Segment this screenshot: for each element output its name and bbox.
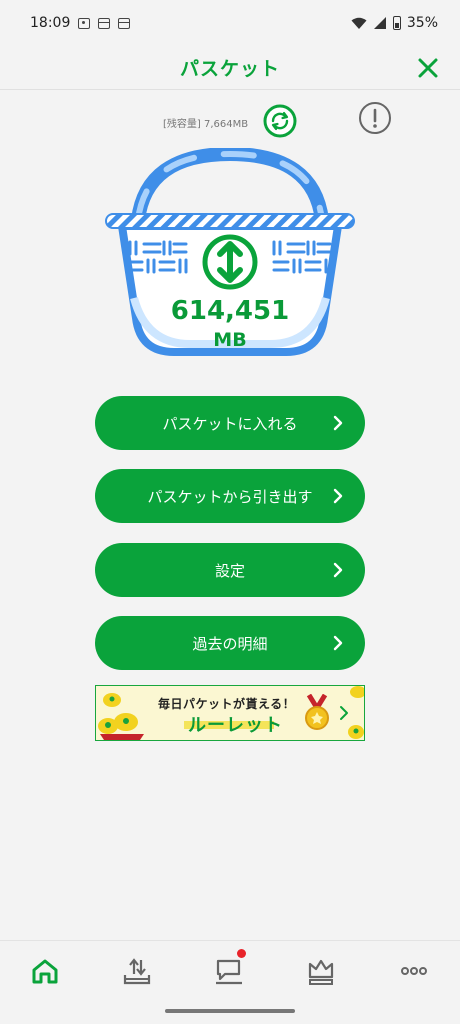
remaining-capacity: [残容量] 7,664MB	[163, 119, 249, 130]
nav-more[interactable]	[398, 955, 430, 987]
home-indicator[interactable]	[165, 1009, 295, 1013]
refresh-icon	[263, 104, 297, 138]
status-time: 18:09	[30, 15, 71, 31]
medal-icon	[305, 694, 329, 730]
nav-premium[interactable]	[305, 955, 337, 987]
history-button-label: 過去の明細	[192, 634, 268, 653]
notification-badge	[237, 949, 246, 958]
withdraw-button-label: パスケットから引き出す	[147, 487, 313, 506]
more-icon	[401, 967, 427, 975]
chevron-right-icon	[333, 562, 343, 578]
upload-tray-icon	[123, 958, 151, 985]
banner-subtitle: 毎日パケットが貰える！	[158, 697, 296, 711]
history-button[interactable]: 過去の明細	[95, 616, 365, 670]
wifi-icon	[351, 17, 367, 29]
close-icon	[418, 58, 438, 78]
signal-icon	[373, 17, 386, 29]
settings-notification-icon	[78, 17, 91, 29]
chat-icon	[216, 959, 242, 985]
calendar-notification-icon	[98, 17, 111, 29]
basket-balance-value: 614,451	[170, 296, 290, 326]
bottom-navigation	[0, 940, 460, 1000]
coin-decoration-icon	[348, 686, 364, 739]
nav-home[interactable]	[29, 955, 61, 987]
page-title: パスケット	[179, 58, 280, 80]
home-icon	[32, 959, 58, 984]
banner-title: ルーレット	[188, 715, 283, 736]
clover-coins-icon	[98, 693, 144, 740]
roulette-banner[interactable]: 毎日パケットが貰える！ ルーレット	[95, 685, 365, 741]
deposit-button[interactable]: パスケットに入れる	[95, 396, 365, 450]
nav-chat[interactable]	[213, 955, 245, 987]
deposit-button-label: パスケットに入れる	[162, 414, 298, 433]
battery-icon	[392, 16, 401, 30]
calendar-notification-icon	[118, 17, 131, 29]
status-bar: 18:09 35%	[0, 0, 460, 46]
withdraw-button[interactable]: パスケットから引き出す	[95, 469, 365, 523]
settings-button[interactable]: 設定	[95, 543, 365, 597]
battery-percent: 35%	[406, 15, 438, 31]
info-button[interactable]	[358, 101, 392, 135]
app-header: パスケット	[0, 46, 460, 90]
basket-balance-unit: MB	[213, 329, 247, 351]
close-button[interactable]	[414, 54, 442, 82]
crown-icon	[308, 959, 334, 985]
nav-transfer[interactable]	[121, 955, 153, 987]
chevron-right-icon	[333, 488, 343, 504]
transfer-arrows-icon	[202, 234, 258, 290]
chevron-right-icon	[333, 635, 343, 651]
settings-button-label: 設定	[214, 561, 245, 580]
info-icon	[359, 102, 391, 134]
refresh-button[interactable]	[263, 104, 297, 138]
chevron-right-icon	[333, 415, 343, 431]
